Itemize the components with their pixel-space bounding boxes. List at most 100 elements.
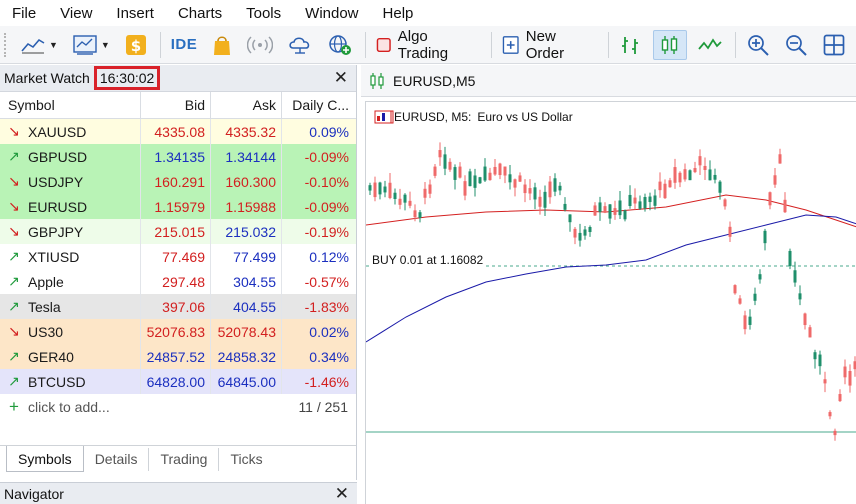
table-row[interactable]: ↗ Tesla 397.06 404.55 -1.83%: [0, 294, 356, 319]
candle-body: [663, 183, 667, 199]
market-button[interactable]: $: [120, 30, 152, 60]
toolbar-separator: [491, 31, 493, 58]
market-watch-time: 16:30:02: [93, 66, 161, 90]
candle-body: [808, 327, 812, 338]
column-header-symbol[interactable]: Symbol: [0, 91, 141, 119]
table-row[interactable]: ↗ XTIUSD 77.469 77.499 0.12%: [0, 244, 356, 269]
table-row[interactable]: ↗ GBPUSD 1.34135 1.34144 -0.09%: [0, 144, 356, 169]
community-button[interactable]: [323, 30, 357, 60]
symbol-name: XTIUSD: [28, 248, 80, 265]
tab-ticks[interactable]: Ticks: [219, 448, 273, 471]
chart-window-icon: [73, 34, 97, 55]
indicators-button[interactable]: ▼: [16, 30, 62, 60]
menu-insert[interactable]: Insert: [116, 5, 154, 22]
candle-body: [678, 172, 682, 183]
chart-templates-button[interactable]: ▼: [68, 30, 114, 60]
table-row[interactable]: ↘ GBPJPY 215.015 215.032 -0.19%: [0, 219, 356, 244]
grid-icon: [823, 34, 845, 55]
ask-value: 4335.32: [211, 119, 282, 144]
candle-body: [693, 168, 697, 173]
candle-body: [568, 214, 572, 223]
table-row[interactable]: ↗ GER40 24857.52 24858.32 0.34%: [0, 344, 356, 369]
candle-body: [608, 204, 612, 219]
candle-body: [518, 175, 522, 182]
table-row[interactable]: ↗ BTCUSD 64828.00 64845.00 -1.46%: [0, 369, 356, 394]
tab-symbols[interactable]: Symbols: [6, 446, 84, 472]
trend-arrow-icon: ↘: [8, 173, 20, 189]
price-chart[interactable]: EURUSD, M5: Euro vs US Dollar BUY 0.01 a…: [365, 101, 856, 504]
candle-body: [698, 156, 702, 166]
new-order-button[interactable]: New Order: [498, 28, 600, 62]
trend-arrow-icon: ↘: [8, 323, 20, 339]
candle-body: [473, 175, 477, 188]
menu-view[interactable]: View: [60, 5, 92, 22]
candle-body: [538, 196, 542, 207]
bar-chart-button[interactable]: [615, 30, 647, 60]
candle-body: [638, 201, 642, 209]
tab-details[interactable]: Details: [84, 448, 150, 471]
candle-body: [828, 412, 832, 417]
candle-body: [443, 154, 447, 169]
zoom-in-button[interactable]: [742, 30, 774, 60]
tab-trading[interactable]: Trading: [149, 448, 220, 471]
shopping-bag-button[interactable]: [207, 30, 237, 60]
ask-value: 215.032: [211, 219, 282, 244]
candle-body: [848, 370, 852, 386]
candle-body: [788, 250, 792, 267]
ide-button[interactable]: IDE: [167, 30, 202, 60]
table-row[interactable]: ↗ Apple 297.48 304.55 -0.57%: [0, 269, 356, 294]
table-row[interactable]: ↘ XAUUSD 4335.08 4335.32 0.09%: [0, 119, 356, 144]
tile-windows-button[interactable]: [818, 30, 850, 60]
candle-body: [623, 210, 627, 220]
toolbar-grip[interactable]: [4, 32, 8, 57]
menu-window[interactable]: Window: [305, 5, 358, 22]
menu-help[interactable]: Help: [383, 5, 414, 22]
candle-body: [428, 184, 432, 194]
column-header-bid[interactable]: Bid: [141, 91, 211, 119]
candle-body: [393, 192, 397, 200]
signals-button[interactable]: [243, 30, 277, 60]
candle-body: [643, 197, 647, 209]
symbol-count: 11 / 251: [298, 398, 348, 415]
close-icon[interactable]: ✕: [334, 68, 348, 88]
zoom-out-button[interactable]: [780, 30, 812, 60]
daily-change-value: -0.57%: [304, 273, 349, 290]
zoom-out-icon: [786, 34, 807, 56]
bid-value: 52076.83: [141, 319, 211, 344]
menu-file[interactable]: File: [12, 5, 36, 22]
table-row[interactable]: ↘ EURUSD 1.15979 1.15988 -0.09%: [0, 194, 356, 219]
line-chart-button[interactable]: [693, 30, 727, 60]
candle-body: [418, 212, 422, 218]
symbol-name: US30: [28, 323, 64, 340]
market-watch-tabs: Symbols Details Trading Ticks: [0, 445, 356, 472]
candle-body: [498, 163, 502, 176]
candle-body: [798, 293, 802, 300]
daily-change-value: -1.83%: [304, 298, 349, 315]
vps-button[interactable]: [283, 30, 317, 60]
candle-body: [628, 194, 632, 207]
close-icon[interactable]: ✕: [335, 484, 349, 504]
candle-body: [398, 198, 402, 205]
daily-change-value: 0.12%: [309, 248, 349, 265]
menu-charts[interactable]: Charts: [178, 5, 222, 22]
chevron-down-icon: ▼: [100, 39, 110, 50]
column-header-daily-change[interactable]: Daily C...: [282, 92, 354, 119]
menu-tools[interactable]: Tools: [246, 5, 281, 22]
new-order-icon: [503, 35, 519, 54]
candle-body: [723, 199, 727, 207]
column-header-ask[interactable]: Ask: [211, 91, 282, 119]
chart-tab[interactable]: EURUSD,M5: [361, 65, 856, 97]
add-symbol-row[interactable]: + click to add... 11 / 251: [0, 394, 356, 419]
line-indicator-icon: [21, 38, 45, 53]
candle-body: [483, 166, 487, 181]
symbol-name: EURUSD: [28, 198, 88, 215]
table-row[interactable]: ↘ US30 52076.83 52078.43 0.02%: [0, 319, 356, 344]
dollar-coin-icon: $: [125, 34, 146, 55]
bid-value: 1.15979: [141, 194, 211, 219]
table-row[interactable]: ↘ USDJPY 160.291 160.300 -0.10%: [0, 169, 356, 194]
candlestick-chart-button[interactable]: [653, 29, 688, 60]
candle-body: [543, 191, 547, 208]
candlestick-chart-canvas[interactable]: [366, 102, 856, 504]
algo-trading-button[interactable]: Algo Trading: [372, 28, 483, 62]
ask-value: 1.34144: [211, 144, 282, 169]
